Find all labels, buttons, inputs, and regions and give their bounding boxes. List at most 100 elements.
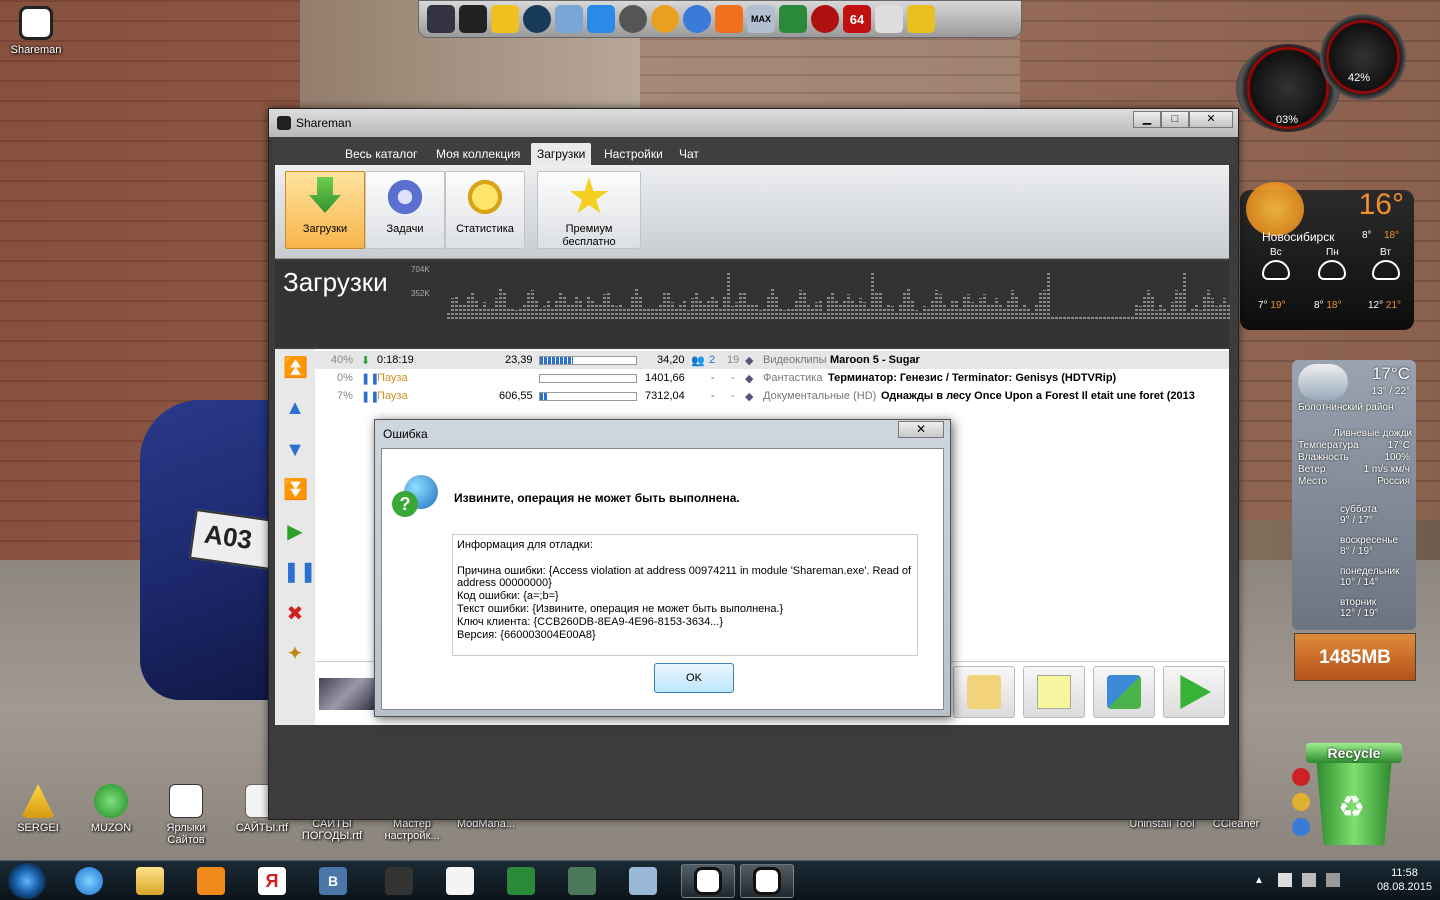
taskbar-clock[interactable]: 11:58 08.08.2015: [1377, 866, 1432, 894]
graph-bar: [947, 307, 950, 319]
tab-downloads[interactable]: Загрузки: [531, 143, 592, 165]
internet-explorer-icon: [75, 867, 103, 895]
taskbar-notepad[interactable]: [433, 864, 487, 898]
graph-bar: [959, 309, 962, 319]
graph-bar: [571, 303, 574, 319]
desktop-icon-weather-rtf[interactable]: САЙТЫ ПОГОДЫ.rtf: [296, 818, 368, 842]
folder-icon[interactable]: [491, 5, 519, 33]
recycle-bin[interactable]: Recycle ♻: [1306, 735, 1402, 845]
tools-icon[interactable]: [907, 5, 935, 33]
ribbon-downloads-button[interactable]: Загрузки: [285, 171, 365, 249]
clock-time: 11:58: [1391, 867, 1418, 879]
game-icon[interactable]: [427, 5, 455, 33]
taskbar-monitor[interactable]: [555, 864, 609, 898]
play-button[interactable]: [1163, 666, 1225, 718]
arrow-icon[interactable]: [587, 5, 615, 33]
close-button[interactable]: ✕: [1189, 111, 1233, 128]
window-titlebar[interactable]: Shareman ▁ □ ✕: [269, 109, 1238, 137]
graph-bar: [823, 311, 826, 319]
graph-bar: [479, 307, 482, 319]
yandex-icon: Я: [258, 867, 286, 895]
graph-bar: [535, 300, 538, 319]
table-row[interactable]: 0% ❚❚ Пауза 1401,66 - - ◆ Фантастика Тер…: [315, 369, 1229, 387]
settings-icon[interactable]: [1292, 818, 1310, 836]
desktop-icon-muzon[interactable]: MUZON: [75, 784, 147, 834]
pause-icon[interactable]: ❚❚: [283, 561, 317, 583]
taskbar-shareman-1[interactable]: [681, 864, 735, 898]
ribbon-tasks-button[interactable]: Задачи: [365, 171, 445, 249]
move-bottom-icon[interactable]: ⏬: [283, 479, 308, 501]
tab-collection[interactable]: Моя коллекция: [430, 143, 526, 165]
start-icon[interactable]: ▶: [283, 521, 307, 543]
magic-wand-icon[interactable]: ✦: [283, 643, 307, 665]
graph-bar: [751, 305, 754, 319]
tray-flag-icon[interactable]: [1278, 873, 1292, 887]
move-down-icon[interactable]: ▼: [283, 439, 307, 461]
graph-bar: [1039, 292, 1042, 319]
graph-bar: [551, 308, 554, 319]
desktop-icon-shareman[interactable]: Shareman: [0, 6, 72, 56]
tools-button[interactable]: [1093, 666, 1155, 718]
money-icon[interactable]: [779, 5, 807, 33]
ok-button[interactable]: OK: [654, 663, 734, 693]
delete-icon[interactable]: ✖: [283, 603, 307, 625]
star-icon: [569, 177, 609, 214]
table-row[interactable]: 40% ⬇ 0:18:19 23,39 34,20 👥 2 19 ◆ Видео…: [315, 351, 1229, 369]
taskbar-game[interactable]: [372, 864, 426, 898]
maximize-button[interactable]: □: [1161, 111, 1189, 128]
dialog-body: ? Извините, операция не может быть выпол…: [381, 448, 944, 710]
tab-settings[interactable]: Настройки: [598, 143, 669, 165]
desktop-icon-shortcuts[interactable]: Ярлыки Сайтов: [150, 784, 222, 846]
folder-icon[interactable]: [1292, 793, 1310, 811]
dialog-close-button[interactable]: ✕: [898, 421, 944, 438]
desktop-icon-wizard[interactable]: Мастер настройк...: [376, 818, 448, 842]
tab-catalog[interactable]: Весь каталог: [339, 143, 423, 165]
tray-expand-icon[interactable]: ▲: [1254, 875, 1264, 886]
weather-day-1: Пн: [1326, 247, 1339, 258]
taskbar-archive[interactable]: [616, 864, 670, 898]
table-row[interactable]: 7% ❚❚ Пауза 606,55 7312,04 - - ◆ Докумен…: [315, 387, 1229, 405]
tray-volume-icon[interactable]: [1326, 873, 1340, 887]
graph-bar: [663, 291, 666, 319]
tab-chat[interactable]: Чат: [673, 143, 705, 165]
aida-icon[interactable]: 64: [843, 5, 871, 33]
max-icon[interactable]: MAX: [747, 5, 775, 33]
move-top-icon[interactable]: ⏫: [283, 357, 308, 379]
edit-button[interactable]: [1023, 666, 1085, 718]
ribbon-premium-button[interactable]: Премиум бесплатно: [537, 171, 641, 249]
taskbar-explorer[interactable]: [123, 864, 177, 898]
dragon-icon[interactable]: [715, 5, 743, 33]
taskbar-yandex[interactable]: Я: [245, 864, 299, 898]
search-file-button[interactable]: [953, 666, 1015, 718]
graph-bar: [595, 305, 598, 319]
ribbon-statistics-button[interactable]: Статистика: [445, 171, 525, 249]
sync-icon[interactable]: [619, 5, 647, 33]
graph-bar: [459, 304, 462, 319]
minimize-button[interactable]: ▁: [1133, 111, 1161, 128]
taskbar-ie[interactable]: [62, 864, 116, 898]
graph-bar: [1167, 311, 1170, 319]
lightning-icon[interactable]: [683, 5, 711, 33]
car-icon[interactable]: [459, 5, 487, 33]
triangle-icon[interactable]: [651, 5, 679, 33]
taskbar-shareman-2[interactable]: [740, 864, 794, 898]
taskbar-odnoklassniki[interactable]: [184, 864, 238, 898]
graph-bar: [1103, 315, 1106, 319]
steam-icon[interactable]: [523, 5, 551, 33]
tool-icon[interactable]: [555, 5, 583, 33]
graph-bar: [695, 292, 698, 319]
weather-gadget: 16° Новосибирск 8° 18° Вс Пн Вт 7° 19° 8…: [1240, 182, 1414, 330]
taskbar-network[interactable]: [494, 864, 548, 898]
close-icon[interactable]: [1292, 768, 1310, 786]
move-up-icon[interactable]: ▲: [283, 397, 307, 419]
graph-bar: [787, 307, 790, 319]
graph-bar: [931, 299, 934, 319]
monitor-icon[interactable]: [875, 5, 903, 33]
desktop-icon-sergei[interactable]: SERGEI: [2, 784, 74, 834]
tray-network-icon[interactable]: [1302, 873, 1316, 887]
question-globe-icon: ?: [392, 475, 440, 523]
gear-icon[interactable]: [811, 5, 839, 33]
taskbar-vk[interactable]: B: [306, 864, 360, 898]
start-button[interactable]: [8, 863, 46, 899]
graph-bar: [563, 297, 566, 319]
